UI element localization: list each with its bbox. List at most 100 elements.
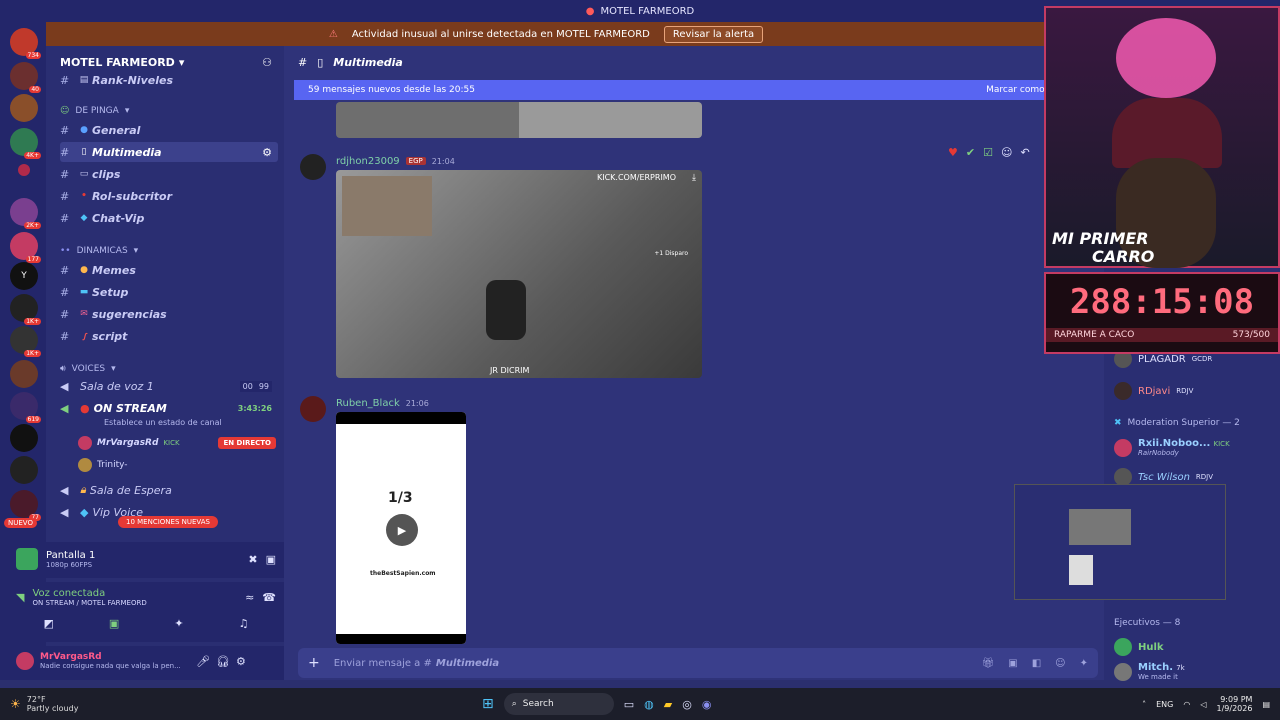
edge-icon[interactable]: ◍: [644, 698, 654, 711]
voice-channel-onstream[interactable]: ◀ ● ON STREAM 3:43:26: [60, 398, 278, 418]
channel-status[interactable]: Establece un estado de canal: [104, 418, 222, 427]
message-author[interactable]: Ruben_Black: [336, 398, 400, 409]
avatar[interactable]: [300, 154, 326, 180]
add-member-icon[interactable]: ⚇: [262, 56, 272, 69]
category-de-pinga[interactable]: ☺ DE PINGA ▾: [60, 106, 129, 116]
taskview-icon[interactable]: ▭: [624, 698, 634, 711]
wifi-icon[interactable]: ◠: [1183, 700, 1190, 709]
voice-member[interactable]: MrVargasRd KICK EN DIRECTO: [78, 436, 278, 450]
channel-script[interactable]: # ꭍ script: [60, 326, 278, 346]
category-dinamicas[interactable]: •• DINAMICAS ▾: [60, 246, 138, 256]
noise-suppression-icon[interactable]: ≈: [245, 591, 254, 604]
gear-icon[interactable]: ⚙: [236, 655, 246, 668]
channel-rank-niveles[interactable]: # ▤ Rank-Niveles: [60, 72, 278, 88]
voice-channel-1[interactable]: ◀ Sala de voz 1 00 99: [60, 376, 278, 396]
headphones-icon[interactable]: 🎧︎: [216, 655, 230, 668]
reply-icon[interactable]: ↶: [1020, 146, 1029, 159]
folder-icon[interactable]: ▰: [664, 698, 672, 711]
server-icon[interactable]: 1K+: [10, 294, 41, 325]
monitor-icon: ▬: [79, 287, 89, 297]
mentions-pill[interactable]: 10 MENCIONES NUEVAS: [118, 516, 218, 528]
clock[interactable]: 9:09 PM 1/9/2026: [1217, 695, 1253, 713]
channel-setup[interactable]: # ▬ Setup: [60, 282, 278, 302]
channel-multimedia[interactable]: # ▯ Multimedia ⚙: [60, 142, 278, 162]
play-icon[interactable]: ▶: [386, 514, 418, 546]
gif-icon[interactable]: ▣: [1008, 658, 1017, 669]
message-input[interactable]: + Enviar mensaje a # Multimedia 🎁︎ ▣ ◧ ☺…: [298, 648, 1098, 678]
member-item[interactable]: Rxii.Noboo... KICK RairNobody: [1114, 438, 1230, 457]
new-messages-bar[interactable]: 59 mensajes nuevos desde las 20:55 Marca…: [294, 80, 1064, 100]
channel-sugerencias[interactable]: # ✉ sugerencias: [60, 304, 278, 324]
taskbar: ☀ 72°F Partly cloudy ⊞ ⌕ Search ▭ ◍ ▰ ◎ ◉ ˄…: [0, 688, 1280, 720]
server-icon[interactable]: [10, 94, 38, 122]
discord-icon[interactable]: ◉: [702, 698, 712, 711]
chevron-up-icon[interactable]: ˄: [1142, 700, 1146, 709]
voice-member[interactable]: Trinity-: [78, 458, 128, 472]
server-icon[interactable]: 619: [10, 392, 41, 423]
review-alert-button[interactable]: Revisar la alerta: [663, 25, 764, 43]
download-icon[interactable]: ⤓: [692, 173, 696, 183]
disconnect-icon[interactable]: ☎: [262, 591, 276, 604]
avatar[interactable]: [300, 396, 326, 422]
member-item[interactable]: Mitch. 7k We made it: [1114, 662, 1185, 681]
member-item[interactable]: Hulk: [1114, 638, 1164, 656]
add-attachment-icon[interactable]: +: [308, 655, 320, 671]
avatar[interactable]: [16, 652, 34, 670]
check-icon[interactable]: ✔: [966, 146, 975, 159]
notification-icon[interactable]: ▤: [1262, 700, 1270, 709]
screen-share-icon[interactable]: ▣: [109, 617, 119, 630]
channel-rol-subcritor[interactable]: # • Rol-subcritor: [60, 186, 278, 206]
server-icon[interactable]: 177: [10, 232, 41, 263]
server-icon[interactable]: 1K+: [10, 326, 41, 357]
settings-icon[interactable]: ⚙: [262, 146, 272, 159]
voice-channel-espera[interactable]: ◀ 🔒︎ Sala de Espera: [60, 480, 278, 500]
weather-widget[interactable]: ☀ 72°F Partly cloudy: [10, 695, 78, 713]
server-icon[interactable]: 4K+: [10, 128, 41, 159]
server-icon[interactable]: 734: [10, 28, 41, 59]
close-screen-icon[interactable]: ✖: [248, 553, 257, 566]
windows-start-icon[interactable]: ⊞: [482, 696, 494, 712]
server-icon[interactable]: 40: [10, 62, 41, 93]
language-indicator[interactable]: ENG: [1156, 700, 1173, 709]
channel-chat-vip[interactable]: # ◆ Chat-Vip: [60, 208, 278, 228]
server-icon[interactable]: Y: [10, 262, 38, 290]
activities-icon[interactable]: ✦: [174, 617, 183, 630]
avatar: [1114, 382, 1132, 400]
previous-media[interactable]: [336, 102, 702, 138]
mark-read-button[interactable]: Marcar como l: [986, 85, 1050, 95]
camera-off-icon[interactable]: ◩: [44, 617, 54, 630]
server-icon[interactable]: [10, 360, 38, 388]
microphone-icon[interactable]: 🎤︎: [196, 655, 210, 668]
popout-icon[interactable]: ▣: [266, 553, 276, 566]
video-attachment[interactable]: 1/3 ▶ theBestSapien.com: [336, 412, 466, 644]
channel-clips[interactable]: # ▭ clips: [60, 164, 278, 184]
checkbox-icon[interactable]: ☑: [983, 146, 993, 159]
channel-general[interactable]: # ● General: [60, 120, 278, 140]
server-icon[interactable]: 2K+: [10, 198, 41, 229]
app-icon[interactable]: ◎: [682, 698, 692, 711]
video-attachment[interactable]: KICK.COM/ERPRIMO ⤓ +1 Disparo JR DICRIM: [336, 170, 702, 378]
message-author[interactable]: rdjhon23009: [336, 156, 400, 167]
soundboard-icon[interactable]: ♫: [239, 617, 249, 630]
category-voices[interactable]: 🔊︎ VOICES ▾: [60, 364, 116, 374]
channel-memes[interactable]: # ● Memes: [60, 260, 278, 280]
role-section: ✖ Moderation Superior — 2: [1114, 418, 1240, 428]
speaker-icon: ◀: [60, 379, 69, 393]
server-icon[interactable]: 77: [10, 490, 41, 521]
member-item[interactable]: RDjavi RDJV: [1114, 382, 1193, 400]
server-icon[interactable]: [10, 456, 38, 484]
channel-header: # ▯ Multimedia ⚑: [284, 46, 1104, 78]
server-icon[interactable]: [10, 424, 38, 452]
heart-icon[interactable]: ♥: [948, 146, 958, 159]
taskbar-search[interactable]: ⌕ Search: [503, 693, 614, 715]
emoji-icon: ●: [80, 265, 88, 275]
screen-preview[interactable]: [1014, 484, 1226, 600]
emoji-icon[interactable]: ☺: [1055, 658, 1065, 669]
signal-icon: ◥: [16, 591, 25, 604]
sticker-icon[interactable]: ◧: [1032, 658, 1041, 669]
gift-icon[interactable]: 🎁︎: [982, 658, 995, 669]
add-reaction-icon[interactable]: ☺: [1001, 146, 1012, 159]
apps-icon[interactable]: ✦: [1080, 658, 1088, 669]
volume-icon[interactable]: ◁: [1200, 700, 1206, 709]
server-icon[interactable]: [18, 164, 30, 176]
